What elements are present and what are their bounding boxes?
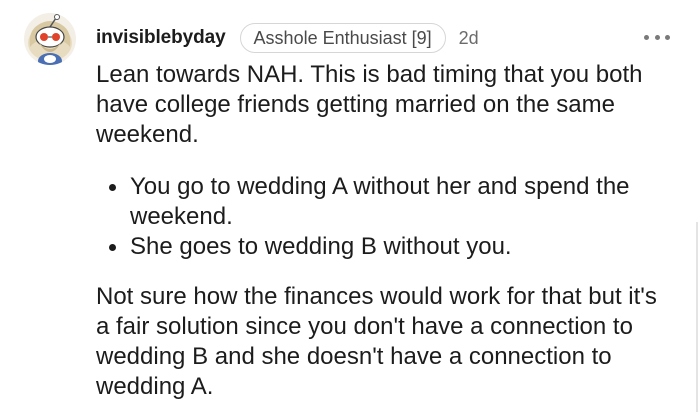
more-dot	[654, 34, 660, 40]
user-flair-badge: Asshole Enthusiast [9]	[239, 23, 446, 53]
scroll-edge-divider	[696, 222, 698, 412]
comment-paragraph: Lean towards NAH. This is bad timing tha…	[96, 61, 643, 148]
list-item: She goes to wedding B without you.	[96, 232, 676, 262]
comment-header: invisiblebyday Asshole Enthusiast [9] 2d	[96, 22, 479, 54]
more-dot	[644, 34, 649, 40]
comment-age: 2d	[458, 27, 479, 48]
comment: invisiblebyday Asshole Enthusiast [9] 2d…	[0, 0, 700, 412]
username-link[interactable]: invisiblebyday	[96, 27, 226, 49]
more-options-icon[interactable]	[644, 33, 670, 41]
comment-bullet-list: You go to wedding A without her and spen…	[96, 172, 676, 262]
snoo-avatar-icon[interactable]	[24, 13, 76, 65]
more-dot	[665, 34, 670, 40]
comment-body: Lean towards NAH. This is bad timing tha…	[96, 60, 676, 402]
list-item: You go to wedding A without her and spen…	[96, 172, 676, 232]
comment-paragraph: Not sure how the finances would work for…	[96, 283, 657, 400]
